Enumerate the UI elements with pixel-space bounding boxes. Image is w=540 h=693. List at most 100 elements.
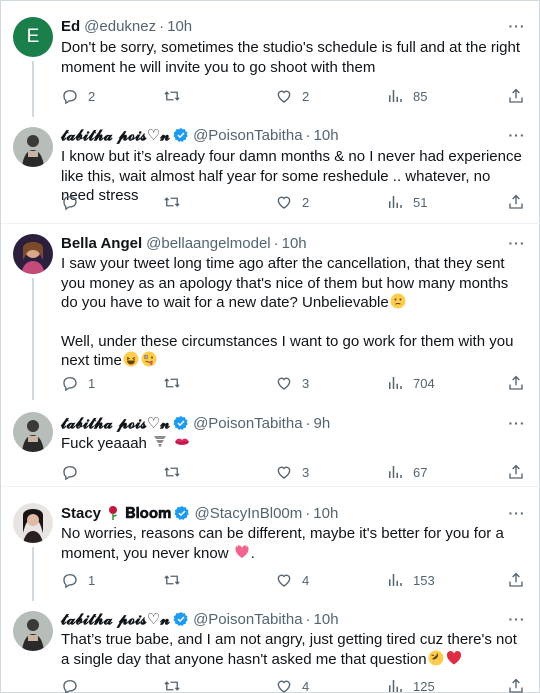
display-name[interactable]: 𝓽𝓪𝓫𝓲𝓽𝓱𝓪 𝓹𝓸𝓲𝓼♡𝓷 [61, 126, 170, 144]
timestamp[interactable]: 9h [314, 415, 331, 432]
tweet-header: Ed @eduknez · 10h [61, 16, 501, 36]
user-handle[interactable]: @StacyInBl00m [194, 505, 302, 522]
reply-button[interactable] [61, 462, 88, 482]
tweet-paragraph: No worries, reasons can be different, ma… [61, 524, 527, 563]
views-icon [386, 193, 404, 211]
reply-icon [61, 374, 79, 392]
views-button[interactable]: 67 [386, 462, 427, 482]
retweet-button[interactable] [163, 192, 190, 212]
separator-dot: · [305, 126, 311, 144]
views-button[interactable]: 153 [386, 570, 435, 590]
user-handle[interactable]: @PoisonTabitha [193, 415, 302, 432]
display-name[interactable]: 𝓽𝓪𝓫𝓲𝓽𝓱𝓪 𝓹𝓸𝓲𝓼♡𝓷 [61, 414, 170, 432]
reply-icon [61, 677, 79, 693]
display-name[interactable]: Bella Angel [61, 235, 142, 252]
timestamp[interactable]: 10h [282, 235, 307, 252]
views-button[interactable]: 51 [386, 192, 427, 212]
retweet-button[interactable] [163, 676, 190, 693]
tweet-paragraph: Fuck yeaaah [61, 434, 527, 454]
thread-line [32, 547, 34, 601]
views-button[interactable]: 125 [386, 676, 435, 693]
share-button[interactable] [507, 86, 525, 106]
tweet-actions: 2 51 [61, 192, 527, 212]
like-button[interactable]: 3 [275, 373, 309, 393]
like-button[interactable]: 2 [275, 192, 309, 212]
more-icon[interactable]: ··· [507, 612, 527, 632]
share-button[interactable] [507, 192, 525, 212]
share-button[interactable] [507, 373, 525, 393]
like-button[interactable]: 4 [275, 676, 309, 693]
avatar-ed[interactable]: E [13, 17, 53, 57]
reply-count: 1 [88, 375, 96, 391]
more-icon[interactable]: ··· [507, 416, 527, 436]
view-count: 704 [413, 375, 435, 391]
sparkling-heart-emoji-icon [234, 544, 250, 560]
tweet-ed[interactable]: E Ed @eduknez · 10h ··· Don't be sorry, … [1, 1, 540, 117]
views-button[interactable]: 85 [386, 86, 427, 106]
avatar-stacy[interactable] [13, 503, 53, 543]
reply-button[interactable]: 1 [61, 570, 95, 590]
retweet-button[interactable] [163, 462, 190, 482]
retweet-icon [163, 193, 181, 211]
display-name[interactable]: 𝓽𝓪𝓫𝓲𝓽𝓱𝓪 𝓹𝓸𝓲𝓼♡𝓷 [61, 610, 170, 628]
timestamp[interactable]: 10h [313, 505, 338, 522]
more-icon[interactable]: ··· [507, 19, 527, 39]
tweet-tabitha-3[interactable]: 𝓽𝓪𝓫𝓲𝓽𝓱𝓪 𝓹𝓸𝓲𝓼♡𝓷 @PoisonTabitha · 10h ··· … [1, 601, 540, 693]
timestamp[interactable]: 10h [314, 611, 339, 628]
reply-icon [61, 463, 79, 481]
display-name-first[interactable]: Stacy [61, 505, 101, 522]
heart-icon [275, 193, 293, 211]
reply-button[interactable]: 1 [61, 373, 95, 393]
retweet-button[interactable] [163, 86, 190, 106]
tweet-actions: 3 67 [61, 462, 527, 482]
display-name-second[interactable]: 𝐁𝐥𝐨𝐨𝐦 [125, 505, 171, 522]
avatar-bella[interactable] [13, 234, 53, 274]
avatar-letter: E [26, 26, 40, 47]
retweet-button[interactable] [163, 570, 190, 590]
reply-button[interactable] [61, 676, 88, 693]
timestamp[interactable]: 10h [314, 127, 339, 144]
share-button[interactable] [507, 676, 525, 693]
share-button[interactable] [507, 570, 525, 590]
display-name[interactable]: Ed [61, 18, 80, 35]
tweet-paragraph-text: I saw your tweet long time ago after the… [61, 255, 509, 311]
share-icon [507, 463, 525, 481]
reply-button[interactable] [61, 192, 88, 212]
more-icon[interactable]: ··· [507, 128, 527, 148]
avatar-tabitha[interactable] [13, 412, 53, 452]
like-button[interactable]: 4 [275, 570, 309, 590]
user-handle[interactable]: @PoisonTabitha [193, 611, 302, 628]
more-icon[interactable]: ··· [507, 236, 527, 256]
user-handle[interactable]: @eduknez [84, 18, 156, 35]
rofl-emoji-icon [428, 650, 444, 666]
separator-dot: · [305, 610, 311, 628]
thread-line [32, 278, 34, 400]
tweet-paragraph-text: No worries, reasons can be different, ma… [61, 525, 504, 562]
view-count: 67 [413, 464, 428, 480]
retweet-icon [163, 374, 181, 392]
tweet-bella-angel[interactable]: Bella Angel @bellaangelmodel · 10h ··· I… [1, 224, 540, 400]
thread-line [32, 61, 34, 117]
tweet-text: No worries, reasons can be different, ma… [61, 524, 527, 563]
reply-icon [61, 193, 79, 211]
like-button[interactable]: 3 [275, 462, 309, 482]
tweet-tabitha-1[interactable]: 𝓽𝓪𝓫𝓲𝓽𝓱𝓪 𝓹𝓸𝓲𝓼♡𝓷 @PoisonTabitha · 10h ··· … [1, 117, 540, 224]
views-button[interactable]: 704 [386, 373, 435, 393]
reply-button[interactable]: 2 [61, 86, 95, 106]
tweet-stacy-bloom[interactable]: Stacy 𝐁𝐥𝐨𝐨𝐦 @StacyInBl00m · 10h ··· No w… [1, 487, 540, 601]
heart-icon [275, 677, 293, 693]
avatar-tabitha[interactable] [13, 611, 53, 651]
tweet-tabitha-2[interactable]: 𝓽𝓪𝓫𝓲𝓽𝓱𝓪 𝓹𝓸𝓲𝓼♡𝓷 @PoisonTabitha · 9h ··· F… [1, 400, 540, 487]
more-icon[interactable]: ··· [507, 506, 527, 526]
timestamp[interactable]: 10h [167, 18, 192, 35]
avatar-tabitha[interactable] [13, 127, 53, 167]
share-button[interactable] [507, 462, 525, 482]
user-handle[interactable]: @PoisonTabitha [193, 127, 302, 144]
separator-dot: · [305, 504, 311, 522]
like-button[interactable]: 2 [275, 86, 309, 106]
heart-icon [275, 571, 293, 589]
tweet-text: That’s true babe, and I am not angry, ju… [61, 630, 527, 669]
tweet-actions: 1 4 153 [61, 570, 527, 590]
user-handle[interactable]: @bellaangelmodel [146, 235, 270, 252]
retweet-button[interactable] [163, 373, 190, 393]
